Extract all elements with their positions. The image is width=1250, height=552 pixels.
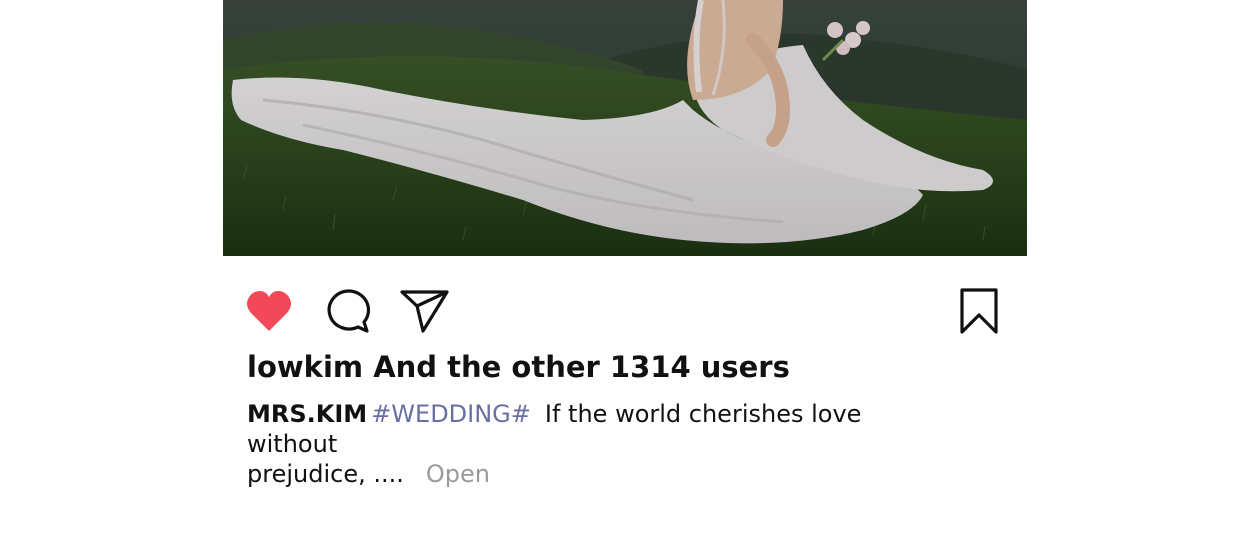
paper-plane-icon[interactable] bbox=[400, 288, 450, 334]
caption-open-link[interactable]: Open bbox=[426, 460, 490, 488]
post-card: lowkim And the other 1314 users MRS.KIM #… bbox=[0, 0, 1250, 552]
wedding-photo-image bbox=[223, 0, 1027, 256]
caption-hashtag[interactable]: #WEDDING# bbox=[371, 400, 531, 428]
likes-summary[interactable]: lowkim And the other 1314 users bbox=[247, 350, 790, 384]
bookmark-icon[interactable] bbox=[959, 287, 999, 335]
caption-username[interactable]: MRS.KIM bbox=[247, 400, 367, 428]
post-photo[interactable] bbox=[223, 0, 1027, 256]
comment-bubble-icon[interactable] bbox=[325, 288, 371, 334]
caption-text-line2: prejudice, .... bbox=[247, 460, 404, 488]
heart-icon[interactable] bbox=[245, 289, 293, 333]
post-caption: MRS.KIM #WEDDING# If the world cherishes l… bbox=[247, 399, 947, 489]
post-actions bbox=[223, 282, 1027, 340]
